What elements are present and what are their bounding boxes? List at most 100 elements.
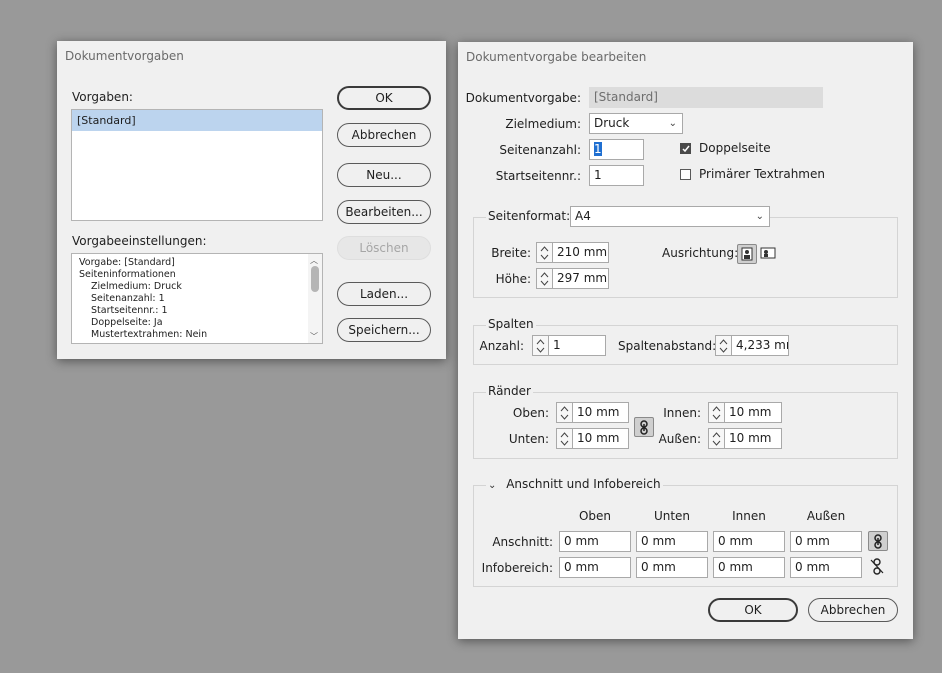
page-count-label: Seitenanzahl: (499, 143, 581, 157)
margin-bottom-stepper[interactable] (556, 428, 572, 449)
bleed-label: Anschnitt: (492, 535, 553, 549)
column-gutter-stepper[interactable] (715, 335, 731, 356)
list-item[interactable]: [Standard] (72, 110, 322, 131)
page-size-value: A4 (575, 209, 591, 223)
bleed-outside-field[interactable]: 0 mm (790, 531, 862, 552)
column-header-bottom: Unten (653, 509, 691, 523)
delete-preset-button[interactable]: Löschen (337, 236, 431, 260)
margin-link-button[interactable] (634, 417, 654, 437)
page-count-value: 1 (594, 142, 602, 156)
portrait-icon (741, 247, 753, 261)
margin-outside-stepper[interactable] (708, 428, 724, 449)
edit-preset-dialog-title: Dokumentvorgabe bearbeiten (466, 50, 647, 64)
width-field[interactable]: 210 mm (552, 242, 609, 263)
margin-bottom-field[interactable]: 10 mm (572, 428, 629, 449)
new-preset-button[interactable]: Neu... (337, 163, 431, 187)
preset-settings-label: Vorgabeeinstellungen: (72, 234, 207, 248)
column-gutter-field[interactable]: 4,233 mı (731, 335, 789, 356)
stepper-icon (536, 339, 545, 353)
width-label: Breite: (491, 246, 531, 260)
edit-preset-button[interactable]: Bearbeiten... (337, 200, 431, 224)
settings-line: Vorgabe: [Standard] (79, 257, 175, 268)
page-count-field[interactable]: 1 (589, 139, 644, 160)
medium-label: Zielmedium: (505, 117, 581, 131)
stepper-icon (540, 272, 549, 286)
stepper-icon (560, 406, 569, 420)
cancel-button[interactable]: Abbrechen (337, 123, 431, 147)
column-count-field[interactable]: 1 (548, 335, 606, 356)
height-label: Höhe: (495, 272, 531, 286)
settings-line: Startseitennr.: 1 (91, 305, 168, 316)
broken-chain-icon (870, 558, 884, 575)
chevron-down-icon: ⌄ (668, 118, 677, 129)
primary-text-frame-label: Primärer Textrahmen (699, 167, 825, 181)
column-count-label: Anzahl: (479, 339, 524, 353)
margin-outside-label: Außen: (658, 432, 701, 446)
primary-text-frame-checkbox[interactable] (680, 169, 691, 180)
bleed-inside-field[interactable]: 0 mm (713, 531, 785, 552)
settings-scrollbar[interactable]: ︿ ﹀ (308, 254, 322, 343)
slug-inside-field[interactable]: 0 mm (713, 557, 785, 578)
scroll-thumb[interactable] (311, 266, 319, 292)
slug-bottom-field[interactable]: 0 mm (636, 557, 708, 578)
stepper-icon (712, 432, 721, 446)
height-stepper[interactable] (536, 268, 552, 289)
margins-group (473, 392, 898, 459)
load-preset-button[interactable]: Laden... (337, 282, 431, 306)
save-preset-button[interactable]: Speichern... (337, 318, 431, 342)
slug-outside-field[interactable]: 0 mm (790, 557, 862, 578)
width-stepper[interactable] (536, 242, 552, 263)
margin-outside-field[interactable]: 10 mm (724, 428, 782, 449)
presets-list[interactable]: [Standard] (71, 109, 323, 221)
slug-link-button[interactable] (870, 558, 886, 576)
check-icon (682, 145, 690, 153)
height-field[interactable]: 297 mm (552, 268, 609, 289)
stepper-icon (560, 432, 569, 446)
margin-inside-field[interactable]: 10 mm (724, 402, 782, 423)
columns-group-title: Spalten (486, 317, 536, 331)
bleed-slug-title: Anschnitt und Infobereich (506, 477, 661, 491)
settings-line: Mustertextrahmen: Nein (91, 329, 208, 340)
preset-name-label: Dokumentvorgabe: (465, 91, 581, 105)
chevron-down-icon[interactable]: ⌄ (488, 480, 496, 491)
chain-link-icon (874, 534, 882, 549)
margin-bottom-label: Unten: (508, 432, 549, 446)
preset-name-field[interactable]: [Standard] (589, 87, 823, 108)
settings-line: Zielmedium: Druck (91, 281, 182, 292)
margin-top-label: Oben: (512, 406, 549, 420)
column-count-stepper[interactable] (532, 335, 548, 356)
facing-pages-checkbox[interactable] (680, 143, 691, 154)
column-header-outside: Außen (806, 509, 846, 523)
margin-inside-stepper[interactable] (708, 402, 724, 423)
landscape-orientation-button[interactable] (760, 246, 776, 262)
page-size-select[interactable]: A4 ⌄ (570, 206, 770, 227)
chevron-down-icon: ⌄ (755, 211, 764, 222)
settings-line: Seitenanzahl: 1 (91, 293, 165, 304)
margin-top-field[interactable]: 10 mm (572, 402, 629, 423)
start-page-field[interactable]: 1 (589, 165, 644, 186)
start-page-label: Startseitennr.: (495, 169, 581, 183)
chain-link-icon (640, 420, 648, 435)
bleed-top-field[interactable]: 0 mm (559, 531, 631, 552)
preset-item-label: [Standard] (77, 114, 136, 127)
slug-label: Infobereich: (481, 561, 553, 575)
presets-label: Vorgaben: (72, 90, 133, 104)
landscape-icon (760, 247, 776, 259)
margin-top-stepper[interactable] (556, 402, 572, 423)
column-header-top: Oben (578, 509, 612, 523)
medium-select[interactable]: Druck ⌄ (589, 113, 683, 134)
scroll-down-icon[interactable]: ﹀ (310, 331, 318, 342)
cancel-button[interactable]: Abbrechen (808, 598, 898, 622)
bleed-link-button[interactable] (868, 531, 888, 551)
bleed-slug-header[interactable]: ⌄ Anschnitt und Infobereich (486, 477, 663, 491)
presets-dialog: Dokumentvorgaben Vorgaben: [Standard] Vo… (57, 41, 446, 359)
column-gutter-label: Spaltenabstand: (618, 339, 717, 353)
scroll-up-icon[interactable]: ︿ (310, 255, 318, 266)
portrait-orientation-button[interactable] (737, 244, 757, 264)
ok-button[interactable]: OK (337, 86, 431, 110)
preset-settings-box[interactable]: Vorgabe: [Standard] Seiteninformationen … (71, 253, 323, 344)
bleed-bottom-field[interactable]: 0 mm (636, 531, 708, 552)
slug-top-field[interactable]: 0 mm (559, 557, 631, 578)
presets-dialog-title: Dokumentvorgaben (65, 49, 184, 63)
ok-button[interactable]: OK (708, 598, 798, 622)
